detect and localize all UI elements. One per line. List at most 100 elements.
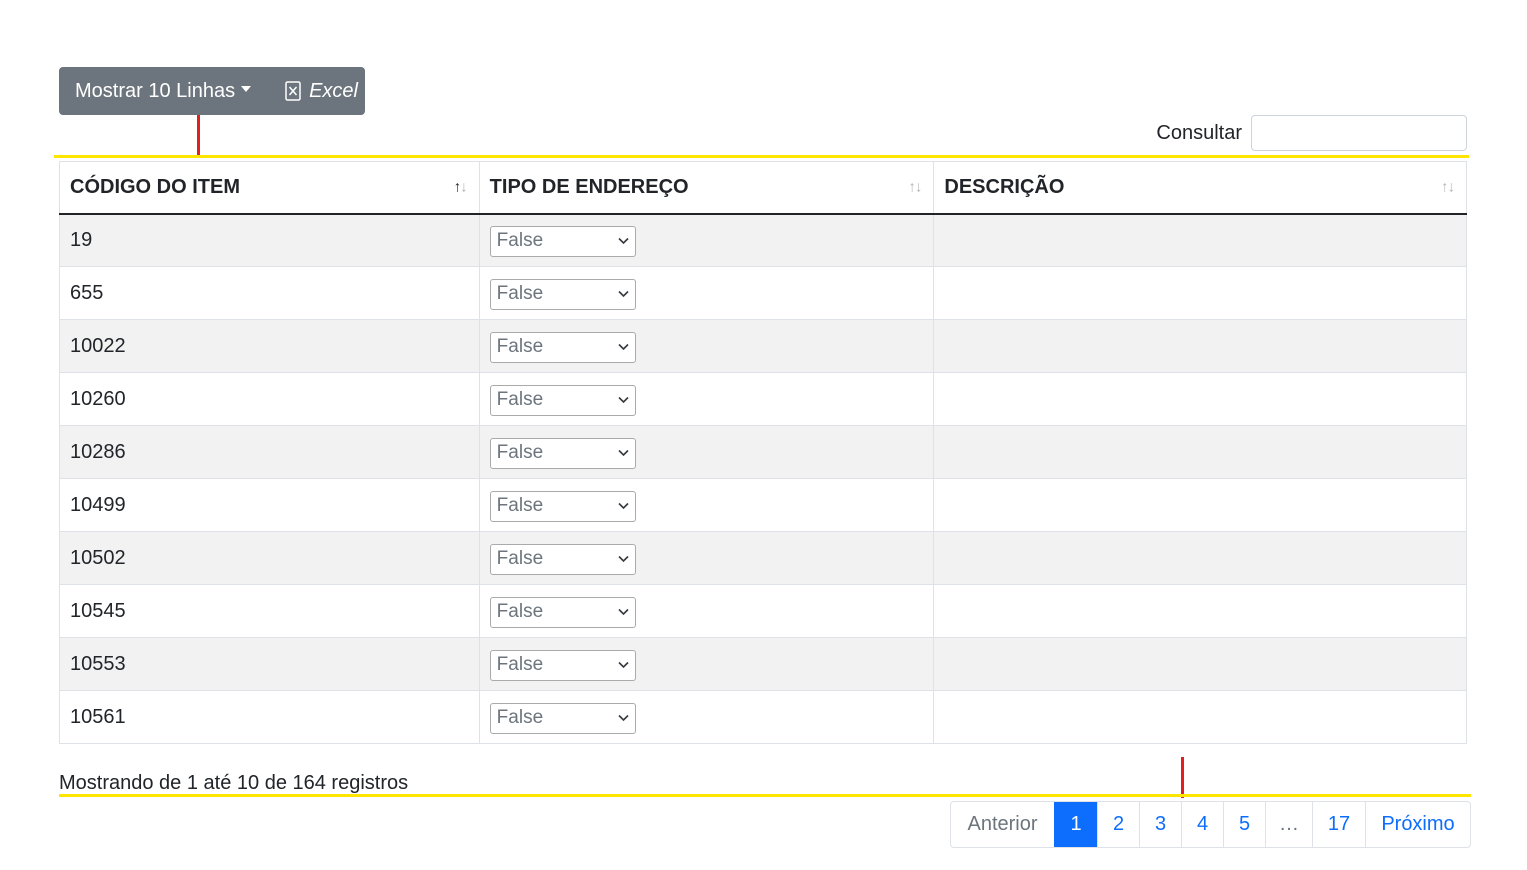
table-row: 19 False	[59, 213, 1467, 267]
show-rows-label: Mostrar 10 Linhas	[75, 79, 236, 102]
address-type-value: False	[496, 389, 544, 410]
column-header-label: CÓDIGO DO ITEM	[70, 175, 240, 198]
address-type-select[interactable]: False	[489, 543, 636, 575]
sort-icon: ↑↓	[908, 178, 922, 196]
table-row: 10022 False	[59, 319, 1467, 373]
chevron-down-icon	[618, 343, 629, 351]
cell-item-code: 10022	[59, 319, 480, 373]
cell-description	[933, 584, 1467, 638]
address-type-select[interactable]: False	[489, 702, 636, 734]
pagination-page-1[interactable]: 1	[1054, 802, 1097, 847]
cell-item-code: 10260	[59, 372, 480, 426]
address-type-value: False	[496, 495, 544, 516]
chevron-down-icon	[618, 238, 629, 245]
cell-address-type: False	[478, 372, 935, 426]
pagination-previous-button[interactable]: Anterior	[951, 802, 1054, 847]
chevron-down-icon	[618, 502, 629, 510]
address-type-select[interactable]: False	[489, 278, 636, 310]
column-header-description[interactable]: DESCRIÇÃO ↑↓	[933, 161, 1467, 215]
column-header-label: DESCRIÇÃO	[944, 175, 1065, 198]
address-type-select[interactable]: False	[489, 649, 636, 681]
cell-address-type: False	[478, 213, 935, 267]
pagination-page-3[interactable]: 3	[1139, 802, 1181, 847]
excel-label: Excel	[309, 79, 358, 102]
cell-description	[933, 637, 1467, 691]
address-type-select[interactable]: False	[489, 490, 636, 522]
pagination-page-4[interactable]: 4	[1181, 802, 1223, 847]
sort-icon: ↑↓	[1441, 178, 1455, 196]
chevron-down-icon	[618, 555, 629, 563]
address-type-select[interactable]: False	[489, 596, 636, 628]
cell-address-type: False	[478, 478, 935, 532]
cell-item-code: 10553	[59, 637, 480, 691]
chevron-down-icon	[618, 714, 629, 722]
table-row: 10499 False	[59, 478, 1467, 532]
cell-item-code: 19	[59, 213, 480, 267]
cell-item-code: 10499	[59, 478, 480, 532]
table-row: 10502 False	[59, 531, 1467, 585]
chevron-down-icon	[618, 290, 629, 298]
address-type-select[interactable]: False	[489, 331, 636, 363]
table-toolbar: Mostrar 10 Linhas Excel	[59, 67, 365, 115]
table-row: 10553 False	[59, 637, 1467, 691]
cell-description	[933, 213, 1467, 267]
annotation-yellow-line-bottom	[59, 794, 1471, 797]
search-label: Consultar	[1156, 121, 1242, 144]
cell-description	[933, 372, 1467, 426]
cell-item-code: 655	[59, 266, 480, 320]
cell-address-type: False	[478, 425, 935, 479]
table-info-text: Mostrando de 1 até 10 de 164 registros	[59, 772, 409, 794]
sort-ascending-icon: ↑↓	[453, 178, 468, 196]
address-type-value: False	[496, 336, 544, 357]
address-type-value: False	[496, 283, 544, 304]
caret-down-icon	[241, 86, 252, 92]
annotation-yellow-line-top	[54, 155, 1469, 158]
table-row: 10286 False	[59, 425, 1467, 479]
column-header-address-type[interactable]: TIPO DE ENDEREÇO ↑↓	[478, 161, 935, 215]
annotation-red-marker-bottom	[1181, 757, 1184, 798]
address-type-value: False	[496, 707, 544, 728]
address-type-value: False	[496, 548, 544, 569]
address-type-value: False	[496, 442, 544, 463]
address-type-value: False	[496, 654, 544, 675]
chevron-down-icon	[618, 449, 629, 457]
cell-description	[933, 266, 1467, 320]
excel-export-button[interactable]: Excel	[285, 67, 358, 115]
cell-address-type: False	[478, 266, 935, 320]
cell-address-type: False	[478, 319, 935, 373]
cell-item-code: 10502	[59, 531, 480, 585]
search-input[interactable]	[1251, 115, 1467, 151]
data-table: CÓDIGO DO ITEM ↑↓ TIPO DE ENDEREÇO ↑↓ DE…	[59, 161, 1467, 744]
table-header-row: CÓDIGO DO ITEM ↑↓ TIPO DE ENDEREÇO ↑↓ DE…	[59, 161, 1467, 215]
cell-item-code: 10545	[59, 584, 480, 638]
pagination: Anterior 1 2 3 4 5 … 17 Próximo	[950, 801, 1471, 848]
address-type-select[interactable]: False	[489, 384, 636, 416]
cell-description	[933, 478, 1467, 532]
cell-description	[933, 425, 1467, 479]
pagination-page-5[interactable]: 5	[1223, 802, 1265, 847]
table-row: 655 False	[59, 266, 1467, 320]
column-header-code[interactable]: CÓDIGO DO ITEM ↑↓	[59, 161, 480, 215]
cell-description	[933, 319, 1467, 373]
chevron-down-icon	[618, 396, 629, 404]
chevron-down-icon	[618, 608, 629, 616]
pagination-page-last[interactable]: 17	[1312, 802, 1365, 847]
cell-description	[933, 690, 1467, 744]
address-type-select[interactable]: False	[489, 437, 636, 469]
pagination-page-2[interactable]: 2	[1097, 802, 1139, 847]
cell-item-code: 10286	[59, 425, 480, 479]
cell-address-type: False	[478, 637, 935, 691]
address-type-select[interactable]: False	[489, 225, 636, 257]
table-row: 10561 False	[59, 690, 1467, 744]
pagination-next-button[interactable]: Próximo	[1365, 802, 1470, 847]
column-header-label: TIPO DE ENDEREÇO	[489, 175, 689, 198]
page: Mostrar 10 Linhas Excel Consultar CÓDIGO…	[0, 0, 1527, 870]
cell-address-type: False	[478, 531, 935, 585]
address-type-value: False	[496, 230, 544, 252]
chevron-down-icon	[618, 661, 629, 669]
show-rows-dropdown-button[interactable]: Mostrar 10 Linhas	[59, 67, 252, 115]
address-type-value: False	[496, 601, 544, 622]
cell-address-type: False	[478, 690, 935, 744]
annotation-red-marker-top	[197, 115, 200, 158]
cell-item-code: 10561	[59, 690, 480, 744]
